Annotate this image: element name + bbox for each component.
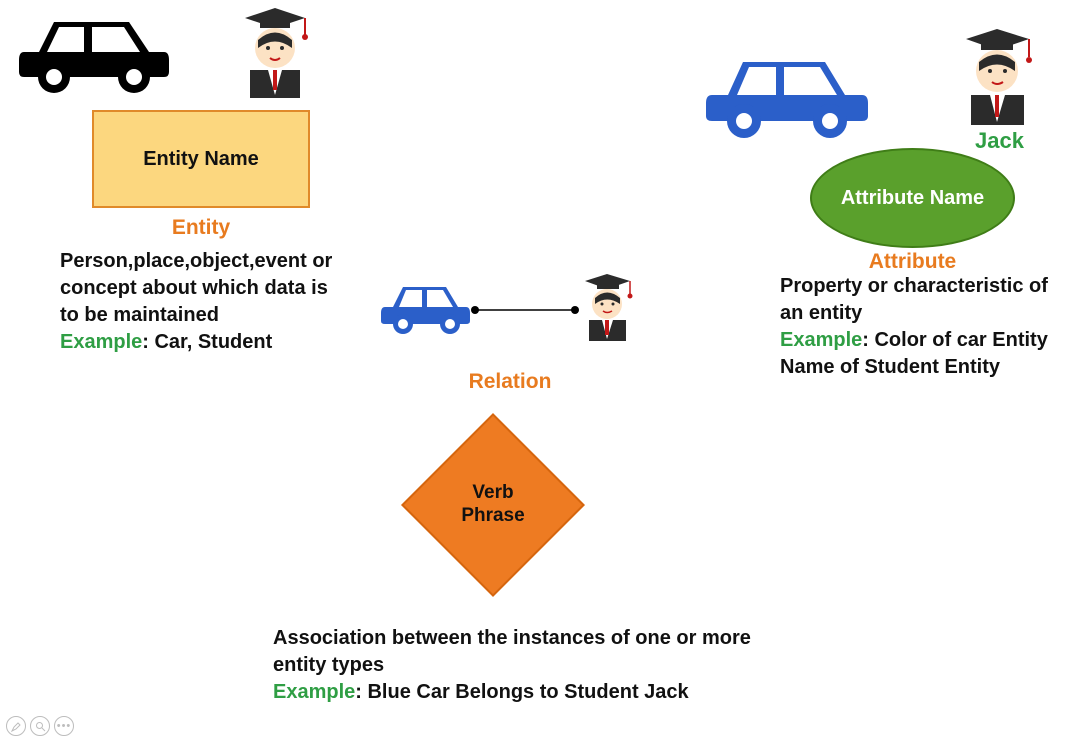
- attribute-example-label: Example: [780, 329, 862, 351]
- pen-icon[interactable]: [6, 716, 26, 736]
- relation-title: Relation: [420, 370, 600, 394]
- more-icon[interactable]: •••: [54, 716, 74, 736]
- relation-example-label: Example: [273, 681, 355, 703]
- relation-student-icon: [575, 268, 640, 343]
- attribute-ellipse-label: Attribute Name: [841, 186, 984, 210]
- relation-line: [470, 300, 580, 320]
- car-icon: [14, 2, 174, 97]
- toolbar: •••: [6, 716, 74, 736]
- entity-title: Entity: [92, 216, 310, 240]
- entity-example-text: : Car, Student: [142, 331, 272, 353]
- attribute-title: Attribute: [810, 250, 1015, 274]
- relation-car-icon: [378, 275, 473, 335]
- attribute-car-icon: [700, 40, 875, 140]
- zoom-icon[interactable]: [30, 716, 50, 736]
- entity-example-label: Example: [60, 331, 142, 353]
- entity-name-box: Entity Name: [92, 110, 310, 208]
- student-icon: [230, 0, 320, 100]
- relation-diamond: Verb Phrase: [403, 415, 583, 595]
- attribute-ellipse: Attribute Name: [810, 148, 1015, 248]
- entity-box-label: Entity Name: [143, 148, 259, 171]
- relation-example-text: : Blue Car Belongs to Student Jack: [355, 681, 688, 703]
- jack-label: Jack: [975, 128, 1024, 154]
- entity-description: Person,place,object,event or concept abo…: [60, 248, 350, 356]
- attribute-student-icon: [950, 20, 1045, 128]
- attribute-description: Property or characteristic of an entity: [780, 275, 1048, 324]
- attribute-description-block: Property or characteristic of an entity …: [780, 273, 1075, 381]
- relation-description: Association between the instances of one…: [273, 627, 751, 676]
- diamond-label: Verb Phrase: [448, 482, 538, 528]
- relation-description-block: Association between the instances of one…: [273, 625, 753, 706]
